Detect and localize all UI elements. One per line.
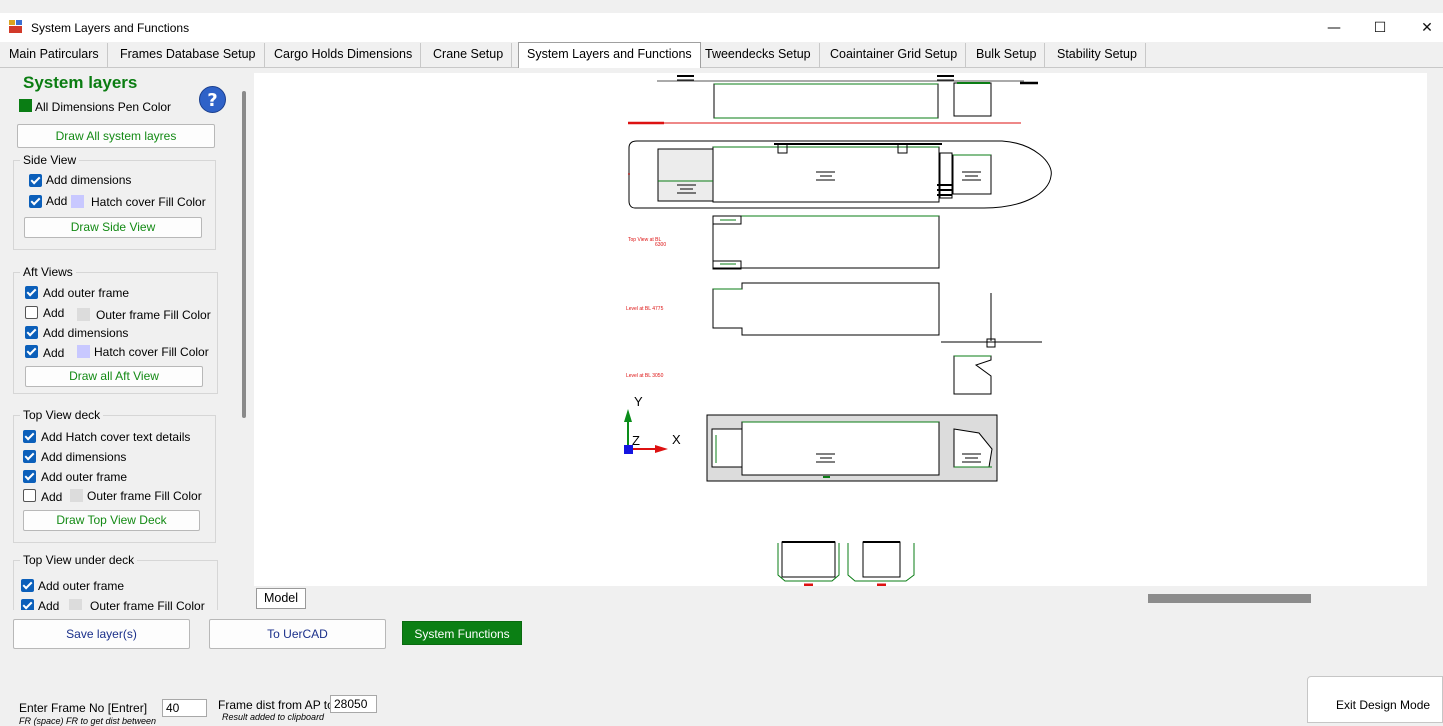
aft-add-label: Add [43,306,65,320]
top-view-deck-drawing [706,414,998,482]
aft-add-dimensions-checkbox[interactable] [25,326,38,339]
deck-add-hatch-text-checkbox[interactable] [23,430,36,443]
title-bar: System Layers and Functions — ☐ ✕ [0,13,1443,42]
minimize-button[interactable]: — [1311,13,1357,42]
deck-outer-fill-label: Outer frame Fill Color [87,489,202,503]
elevation-strip [628,75,1038,125]
panel-title: System layers [23,73,138,92]
deck-add-dimensions-checkbox[interactable] [23,450,36,463]
canvas-vertical-scrollbar[interactable] [1427,73,1443,586]
save-layers-button[interactable]: Save layer(s) [13,619,190,649]
side-view-group: Side View Add dimensions Add Hatch cover… [13,153,216,250]
exit-design-mode-label: Exit Design Mode [1336,698,1431,712]
under-outer-fill-checkbox[interactable] [21,599,34,610]
result-note: Result added to clipboard [222,712,325,722]
under-add-outer-frame-checkbox[interactable] [21,579,34,592]
maximize-button[interactable]: ☐ [1357,13,1403,42]
side-view-hull [628,140,1052,209]
axis-x-label: X [672,432,681,447]
to-uercad-button[interactable]: To UerCAD [209,619,386,649]
draw-all-aft-view-button[interactable]: Draw all Aft View [25,366,203,387]
tab-crane-setup[interactable]: Crane Setup [425,43,513,67]
draw-all-system-layers-button[interactable]: Draw All system layres [17,124,215,148]
cad-canvas[interactable]: Top View at BL 6300 Level at BL 4775 Lev… [254,73,1427,586]
frame-dist-label: Frame dist from AP to Fr [218,698,349,712]
app-icon [9,20,23,33]
model-tab[interactable]: Model [256,588,306,609]
aft-views-group: Aft Views Add outer frame Add Outer fram… [13,265,218,394]
frame-no-label: Enter Frame No [Entrer] [19,701,148,715]
top-view-under-deck-title: Top View under deck [20,553,138,567]
pen-color-label: All Dimensions Pen Color [35,100,172,114]
left-panel-scrollbar[interactable] [242,91,246,418]
ship-drawing: Top View at BL 6300 Level at BL 4775 Lev… [624,75,1052,586]
exit-design-mode-button[interactable]: Exit Design Mode [1307,676,1443,723]
side-add-dimensions-label: Add dimensions [46,173,132,187]
draw-top-view-deck-button[interactable]: Draw Top View Deck [23,510,200,531]
section-labels: Top View at BL 6300 Level at BL 4775 Lev… [626,237,666,379]
side-hatch-fill-checkbox[interactable] [29,195,42,208]
side-hatch-fill-label: Hatch cover Fill Color [91,195,206,209]
deck-add-dimensions-label: Add dimensions [41,450,127,464]
deck-add-outer-frame-checkbox[interactable] [23,470,36,483]
aft-add-outer-frame-checkbox[interactable] [25,286,38,299]
system-layers-panel: System layers All Dimensions Pen Color ?… [0,69,250,610]
aft-hatch-fill-checkbox[interactable] [25,345,38,358]
bottom-section-views [777,541,915,586]
aft-views-title: Aft Views [20,265,76,279]
deck-add-label: Add [41,490,63,504]
tab-bulk-setup[interactable]: Bulk Setup [968,43,1046,67]
frame-hint: FR (space) FR to get dist between [19,716,157,726]
top-view-under-deck-group: Top View under deck Add outer frame Add … [13,553,218,610]
section-label-level-2: Level at BL 3050 [626,373,664,379]
side-add-label: Add [46,194,68,208]
pen-color-swatch[interactable] [19,99,32,112]
top-view-deck-title: Top View deck [20,408,104,422]
side-view-title: Side View [20,153,80,167]
tab-frames-database-setup[interactable]: Frames Database Setup [112,43,265,67]
close-button[interactable]: ✕ [1404,13,1443,42]
aft-add-label-2: Add [43,346,65,360]
tab-tweendecks-setup[interactable]: Tweendecks Setup [697,43,820,67]
axis-z-label: Z [632,433,640,448]
side-hatch-fill-swatch[interactable] [71,195,84,208]
tab-strip: Main Patirculars Frames Database Setup C… [0,42,1443,68]
axis-y-label: Y [634,394,643,409]
aft-add-dimensions-label: Add dimensions [43,326,129,340]
section-views [712,215,1042,395]
window-title: System Layers and Functions [31,21,190,35]
side-add-dimensions-checkbox[interactable] [29,174,42,187]
aft-hatch-fill-swatch[interactable] [77,345,90,358]
draw-side-view-button[interactable]: Draw Side View [24,217,202,238]
aft-outer-fill-checkbox[interactable] [25,306,38,319]
tab-main-particulars[interactable]: Main Patirculars [1,43,108,67]
deck-add-outer-frame-label: Add outer frame [41,470,128,484]
section-label-level-1: Level at BL 4775 [626,306,664,312]
aft-outer-fill-swatch[interactable] [77,308,90,321]
system-functions-button[interactable]: System Functions [402,621,522,645]
under-outer-fill-label: Outer frame Fill Color [90,599,205,610]
section-label-top-view-value: 6300 [655,242,666,248]
tab-system-layers-and-functions[interactable]: System Layers and Functions [518,42,701,68]
ucs-axis-icon: Y Z X [624,394,681,454]
under-outer-fill-swatch[interactable] [69,599,82,610]
help-icon[interactable]: ? [199,86,226,113]
tab-cargo-holds-dimensions[interactable]: Cargo Holds Dimensions [266,43,422,67]
deck-outer-fill-swatch[interactable] [70,489,83,502]
tab-stability-setup[interactable]: Stability Setup [1049,43,1146,67]
tab-container-grid-setup[interactable]: Coaintainer Grid Setup [822,43,967,67]
top-view-deck-group: Top View deck Add Hatch cover text detai… [13,408,216,543]
frame-dist-input[interactable]: 28050 [330,695,377,713]
canvas-horizontal-scrollbar[interactable] [1148,594,1311,603]
frame-no-input[interactable]: 40 [162,699,207,717]
aft-outer-fill-label: Outer frame Fill Color [96,308,211,322]
aft-add-outer-frame-label: Add outer frame [43,286,130,300]
under-add-outer-frame-label: Add outer frame [38,579,125,593]
deck-outer-fill-checkbox[interactable] [23,489,36,502]
deck-add-hatch-text-label: Add Hatch cover text details [41,430,191,444]
aft-hatch-fill-label: Hatch cover Fill Color [94,345,209,359]
under-add-label: Add [38,599,60,610]
